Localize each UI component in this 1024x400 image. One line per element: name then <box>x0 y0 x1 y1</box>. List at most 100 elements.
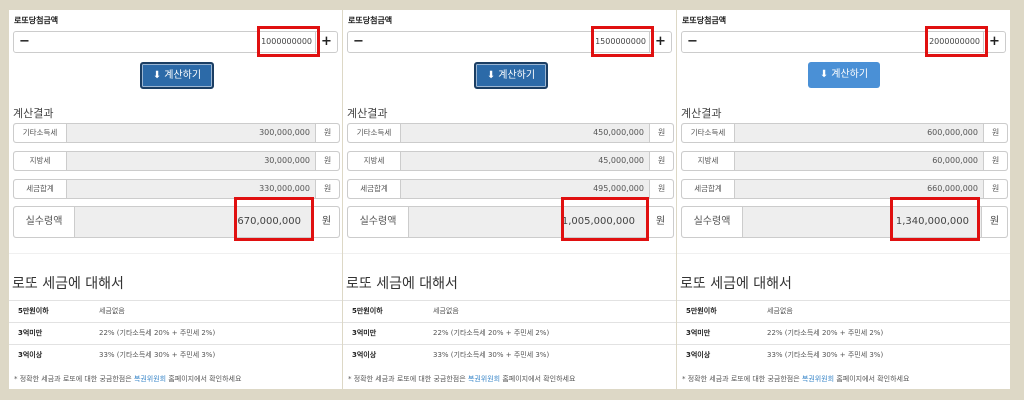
result-row-total-tax: 세금합계 495,000,000 원 <box>347 179 674 199</box>
divider <box>343 253 676 254</box>
tax-rate: 33% (기타소득세 30% + 주민세 3%) <box>99 351 216 359</box>
row-label: 지방세 <box>14 152 67 170</box>
table-row: 3억미만 22% (기타소득세 20% + 주민세 2%) <box>677 322 1010 344</box>
download-arrow-icon: ⬇ <box>152 70 162 81</box>
row-value: 30,000,000 <box>264 156 310 165</box>
row-unit: 원 <box>983 124 1007 142</box>
result-row-total-tax: 세금합계 330,000,000 원 <box>13 179 340 199</box>
tax-rate-table: 5만원이하 세금없음 3억미만 22% (기타소득세 20% + 주민세 2%) 3… <box>677 300 1010 366</box>
row-unit: 원 <box>983 180 1007 198</box>
table-row: 5만원이하 세금없음 <box>677 300 1010 322</box>
row-label: 기타소득세 <box>348 124 401 142</box>
tax-bracket: 5만원이하 <box>686 307 717 315</box>
lottery-commission-link[interactable]: 복권위원회 <box>468 375 500 383</box>
row-unit: 원 <box>649 152 673 170</box>
result-heading: 계산결과 <box>13 107 54 120</box>
prize-amount-label: 로또당첨금액 <box>682 16 727 25</box>
calculate-button-label: 계산하기 <box>164 70 202 81</box>
row-label: 지방세 <box>348 152 401 170</box>
tax-bracket: 3억이상 <box>18 351 43 359</box>
download-arrow-icon: ⬇ <box>486 70 496 81</box>
table-row: 3억이상 33% (기타소득세 30% + 주민세 3%) <box>9 344 342 366</box>
row-unit: 원 <box>315 180 339 198</box>
tax-info-heading: 로또 세금에 대해서 <box>12 276 124 292</box>
decrease-button[interactable]: − <box>347 31 370 53</box>
result-row-total-tax: 세금합계 660,000,000 원 <box>681 179 1008 199</box>
tax-info-heading: 로또 세금에 대해서 <box>346 276 458 292</box>
row-value: 600,000,000 <box>927 128 978 137</box>
prize-amount-label: 로또당첨금액 <box>14 16 59 25</box>
calculate-button[interactable]: ⬇ 계산하기 <box>140 62 214 89</box>
footnote: * 정확한 세금과 로또에 대한 궁금한점은 복권위원회 홈페이지에서 확인하세… <box>348 374 575 384</box>
download-arrow-icon: ⬇ <box>819 69 829 80</box>
tax-info-heading: 로또 세금에 대해서 <box>680 276 792 292</box>
row-unit: 원 <box>983 152 1007 170</box>
table-row: 3억이상 33% (기타소득세 30% + 주민세 3%) <box>677 344 1010 366</box>
divider <box>677 253 1010 254</box>
calculator-panel-2: 로또당첨금액 − 1500000000 + ⬇ 계산하기 계산결과 기타소득세 4… <box>343 10 676 389</box>
net-amount-label: 실수령액 <box>682 207 743 237</box>
net-amount-unit: 원 <box>313 207 339 237</box>
table-row: 3억미만 22% (기타소득세 20% + 주민세 2%) <box>343 322 676 344</box>
table-row: 5만원이하 세금없음 <box>9 300 342 322</box>
footnote-text: * 정확한 세금과 로또에 대한 궁금한점은 <box>14 375 134 383</box>
result-row-income-tax: 기타소득세 600,000,000 원 <box>681 123 1008 143</box>
result-row-local-tax: 지방세 45,000,000 원 <box>347 151 674 171</box>
tax-bracket: 3억미만 <box>18 329 43 337</box>
calculate-button[interactable]: ⬇ 계산하기 <box>808 62 880 88</box>
row-value: 450,000,000 <box>593 128 644 137</box>
row-label: 기타소득세 <box>682 124 735 142</box>
tax-bracket: 3억이상 <box>686 351 711 359</box>
net-amount-label: 실수령액 <box>14 207 75 237</box>
footnote-text: 홈페이지에서 확인하세요 <box>166 375 242 383</box>
footnote: * 정확한 세금과 로또에 대한 궁금한점은 복권위원회 홈페이지에서 확인하세… <box>14 374 241 384</box>
tax-bracket: 3억이상 <box>352 351 377 359</box>
lottery-commission-link[interactable]: 복권위원회 <box>134 375 166 383</box>
row-unit: 원 <box>649 180 673 198</box>
tax-rate-table: 5만원이하 세금없음 3억미만 22% (기타소득세 20% + 주민세 2%) 3… <box>343 300 676 366</box>
row-unit: 원 <box>315 124 339 142</box>
footnote-text: * 정확한 세금과 로또에 대한 궁금한점은 <box>682 375 802 383</box>
highlight-box <box>257 26 320 57</box>
tax-rate: 22% (기타소득세 20% + 주민세 2%) <box>767 329 884 337</box>
highlight-box <box>234 197 314 241</box>
tax-rate: 22% (기타소득세 20% + 주민세 2%) <box>99 329 216 337</box>
calculate-button-label: 계산하기 <box>831 69 869 80</box>
result-row-local-tax: 지방세 60,000,000 원 <box>681 151 1008 171</box>
tax-bracket: 3억미만 <box>686 329 711 337</box>
decrease-button[interactable]: − <box>681 31 704 53</box>
row-label: 세금합계 <box>348 180 401 198</box>
tax-rate: 33% (기타소득세 30% + 주민세 3%) <box>767 351 884 359</box>
tax-rate: 22% (기타소득세 20% + 주민세 2%) <box>433 329 550 337</box>
row-label: 기타소득세 <box>14 124 67 142</box>
row-value: 495,000,000 <box>593 184 644 193</box>
row-label: 세금합계 <box>14 180 67 198</box>
calculate-button[interactable]: ⬇ 계산하기 <box>474 62 548 89</box>
table-row: 5만원이하 세금없음 <box>343 300 676 322</box>
footnote-text: 홈페이지에서 확인하세요 <box>834 375 910 383</box>
highlight-box <box>591 26 654 57</box>
calculator-panel-1: 로또당첨금액 − 1000000000 + ⬇ 계산하기 계산결과 기타소득세 3… <box>9 10 342 389</box>
net-amount-unit: 원 <box>981 207 1007 237</box>
tax-rate: 세금없음 <box>99 307 125 315</box>
tax-bracket: 3억미만 <box>352 329 377 337</box>
row-value: 300,000,000 <box>259 128 310 137</box>
tax-bracket: 5만원이하 <box>352 307 383 315</box>
result-heading: 계산결과 <box>347 107 388 120</box>
result-row-local-tax: 지방세 30,000,000 원 <box>13 151 340 171</box>
lottery-commission-link[interactable]: 복권위원회 <box>802 375 834 383</box>
net-amount-label: 실수령액 <box>348 207 409 237</box>
row-value: 330,000,000 <box>259 184 310 193</box>
row-unit: 원 <box>649 124 673 142</box>
decrease-button[interactable]: − <box>13 31 36 53</box>
footnote-text: 홈페이지에서 확인하세요 <box>500 375 576 383</box>
table-row: 3억이상 33% (기타소득세 30% + 주민세 3%) <box>343 344 676 366</box>
calculator-panel-3: 로또당첨금액 − 2000000000 + ⬇ 계산하기 계산결과 기타소득세 6… <box>677 10 1010 389</box>
row-value: 60,000,000 <box>932 156 978 165</box>
tax-rate: 세금없음 <box>433 307 459 315</box>
result-row-income-tax: 기타소득세 450,000,000 원 <box>347 123 674 143</box>
footnote: * 정확한 세금과 로또에 대한 궁금한점은 복권위원회 홈페이지에서 확인하세… <box>682 374 909 384</box>
tax-rate: 세금없음 <box>767 307 793 315</box>
row-label: 지방세 <box>682 152 735 170</box>
result-row-income-tax: 기타소득세 300,000,000 원 <box>13 123 340 143</box>
